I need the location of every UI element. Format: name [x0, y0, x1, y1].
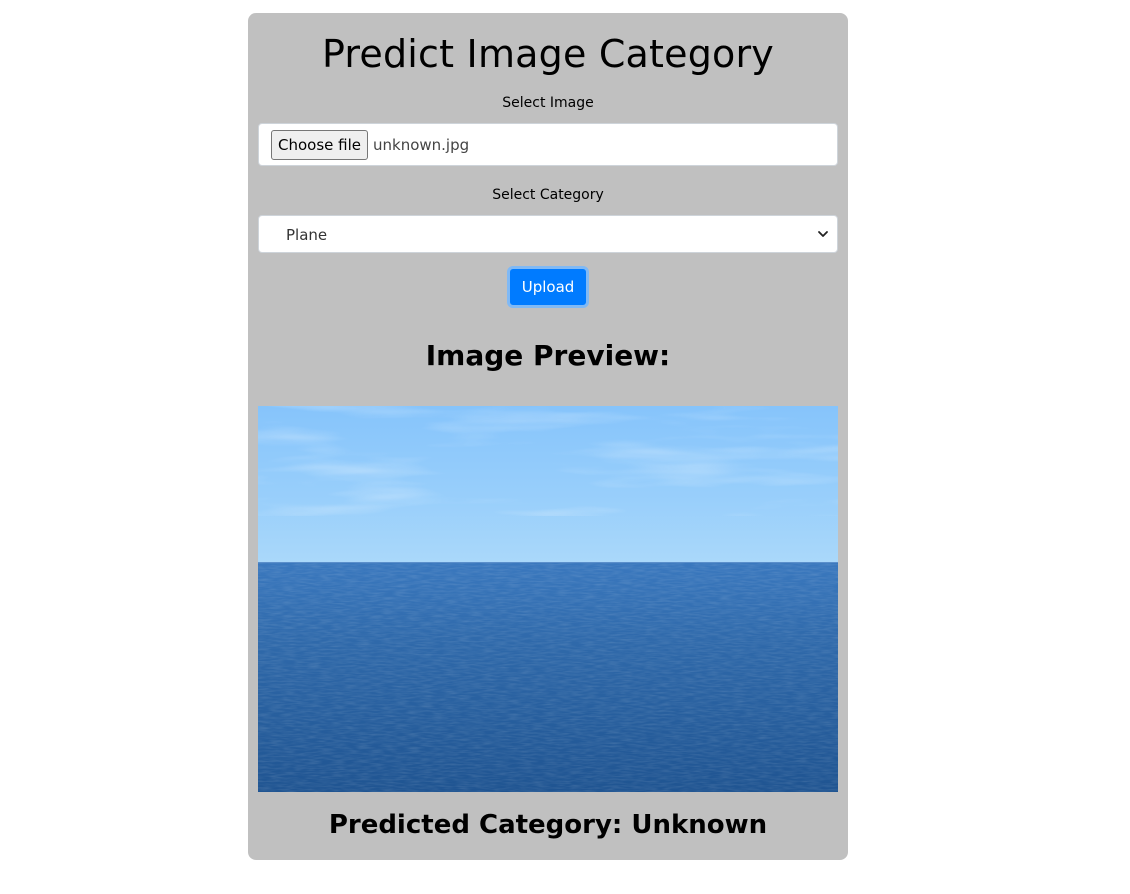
select-category-label: Select Category: [492, 187, 604, 203]
predicted-category: Predicted Category: Unknown: [328, 810, 768, 840]
category-select-value: Plane: [286, 226, 328, 244]
image-preview-heading: Image Preview:: [425, 339, 671, 372]
file-input[interactable]: Choose file unknown.jpg: [258, 123, 838, 166]
select-image-label: Select Image: [502, 95, 594, 111]
chevron-down-icon: [818, 231, 828, 237]
preview-image: [258, 406, 838, 792]
choose-file-button[interactable]: Choose file: [271, 130, 368, 160]
selected-file-name: unknown.jpg: [373, 136, 470, 154]
category-select[interactable]: Plane: [258, 215, 838, 253]
page-title: Predict Image Category: [321, 32, 775, 76]
upload-button[interactable]: Upload: [507, 266, 589, 308]
prediction-card: Predict Image Category Select Image Choo…: [248, 13, 848, 860]
